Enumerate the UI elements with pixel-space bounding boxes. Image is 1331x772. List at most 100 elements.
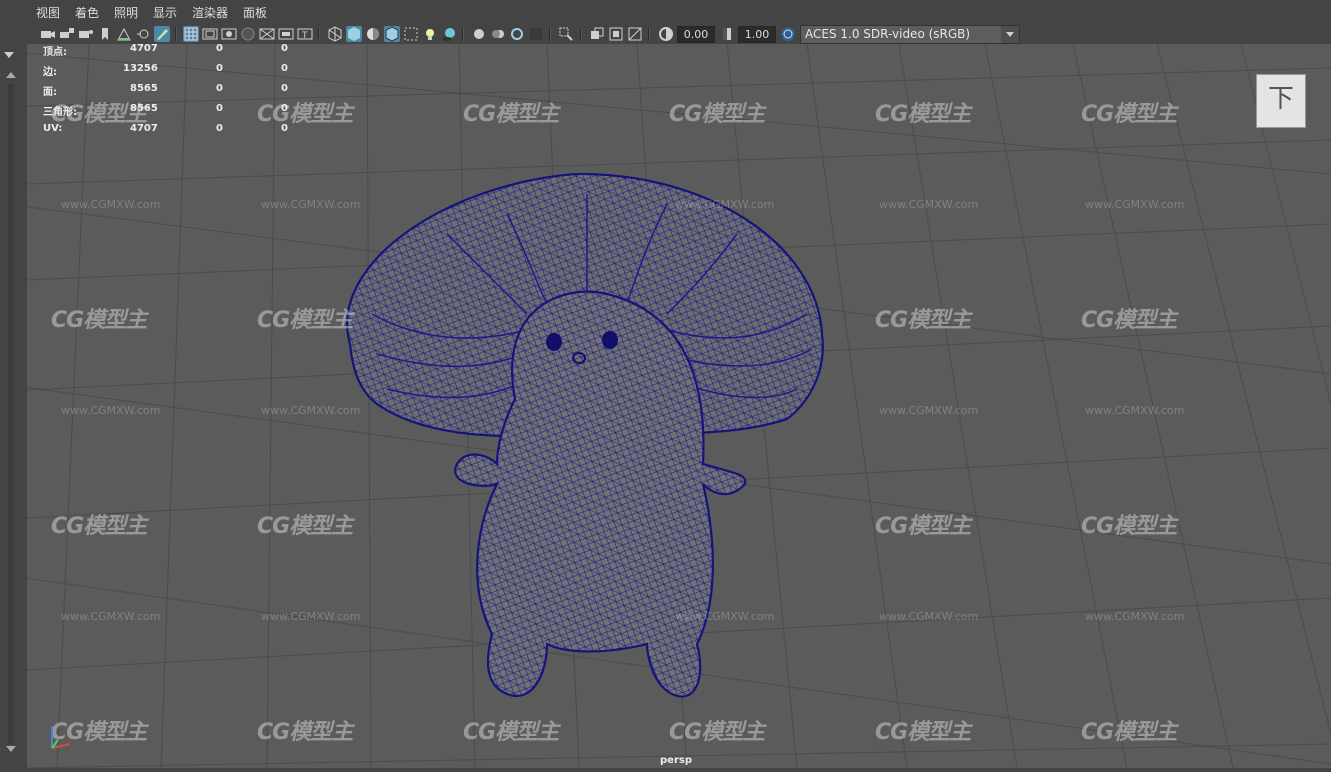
watermark-url: www.CGMXW.com (1085, 404, 1185, 417)
default-material-icon[interactable] (365, 26, 381, 42)
use-all-lights-icon[interactable] (422, 26, 438, 42)
watermark-logo: CG模型主 (669, 102, 765, 127)
wireframe-icon[interactable] (327, 26, 343, 42)
menubar: 视图 着色 照明 显示 渲染器 面板 (0, 0, 1331, 24)
grease-pencil-icon[interactable] (154, 26, 170, 42)
mushroom-eye-left (546, 333, 562, 351)
menu-panels[interactable]: 面板 (243, 4, 267, 21)
panel-toolbar: T 0.00 1.00 ACES 1.0 SDR-video (sRGB) (0, 24, 1331, 45)
hud-label: 三角形: (43, 107, 77, 118)
xray-icon[interactable] (403, 26, 419, 42)
strip-scroll-down-icon (6, 746, 16, 752)
toolbar-separator (175, 27, 177, 41)
menu-shading[interactable]: 着色 (75, 4, 99, 21)
hud-value: 0 (216, 103, 223, 114)
perspective-viewport[interactable]: CG模型主 CG模型主 CG模型主 CG模型主 CG模型主 CG模型主 CG模型… (27, 44, 1331, 768)
toolbar-separator (549, 27, 551, 41)
menu-lighting[interactable]: 照明 (114, 4, 138, 21)
watermark-logo: CG模型主 (257, 308, 353, 333)
watermark-logo: CG模型主 (1081, 308, 1177, 333)
gamma-field[interactable]: 1.00 (738, 26, 776, 43)
isolate-select-icon[interactable] (558, 26, 574, 42)
exposure-icon[interactable] (658, 26, 674, 42)
menu-renderer[interactable]: 渲染器 (192, 4, 228, 21)
toolbar-separator (648, 27, 650, 41)
hud-value: 0 (216, 43, 223, 54)
camera-icon[interactable] (40, 26, 56, 42)
hud-label: UV: (43, 123, 63, 134)
watermark-logo: CG模型主 (1081, 102, 1177, 127)
axis-gizmo (51, 726, 71, 749)
watermark-logo: CG模型主 (875, 720, 971, 745)
exposure-field[interactable]: 0.00 (677, 26, 715, 43)
hud-value: 0 (281, 103, 288, 114)
watermark-url: www.CGMXW.com (261, 198, 361, 211)
watermark-url: www.CGMXW.com (675, 610, 775, 623)
toolbar-separator (318, 27, 320, 41)
hud-row-vertices: 顶点: 4707 0 0 (43, 43, 303, 63)
bookmark-icon[interactable] (97, 26, 113, 42)
chevron-down-icon[interactable] (1001, 26, 1019, 43)
viewcube[interactable]: 下 (1256, 74, 1306, 128)
watermark-logo: CG模型主 (1081, 720, 1177, 745)
image-plane-icon[interactable] (116, 26, 132, 42)
xray-joints-icon[interactable] (589, 26, 605, 42)
hud-row-triangles: 三角形: 8565 0 0 (43, 103, 303, 123)
screen-space-ao-icon[interactable] (471, 26, 487, 42)
field-chart-icon[interactable] (259, 26, 275, 42)
hud-value: 0 (281, 123, 288, 134)
hud-value: 8565 (130, 103, 158, 114)
watermark-url: www.CGMXW.com (675, 198, 775, 211)
gate-mask-icon[interactable] (240, 26, 256, 42)
watermark-logo: CG模型主 (875, 308, 971, 333)
pan-zoom-icon[interactable] (135, 26, 151, 42)
watermark-url: www.CGMXW.com (879, 404, 979, 417)
menu-view[interactable]: 视图 (36, 4, 60, 21)
watermark-logo: CG模型主 (1081, 514, 1177, 539)
smooth-shade-icon[interactable] (346, 26, 362, 42)
camera-name-label: persp (660, 755, 692, 766)
hud-label: 顶点: (43, 47, 67, 58)
backface-culling-icon[interactable] (627, 26, 643, 42)
xray-active-icon[interactable] (608, 26, 624, 42)
watermark-url: www.CGMXW.com (879, 610, 979, 623)
camera-lock-icon[interactable] (59, 26, 75, 42)
motion-blur-icon[interactable] (490, 26, 506, 42)
watermark-logo: CG模型主 (463, 102, 559, 127)
anti-aliasing-icon[interactable] (509, 26, 525, 42)
toolbar-separator (462, 27, 464, 41)
color-space-dropdown[interactable]: ACES 1.0 SDR-video (sRGB) (800, 25, 1020, 44)
watermark-url: www.CGMXW.com (61, 610, 161, 623)
hud-value: 8565 (130, 83, 158, 94)
depth-of-field-icon[interactable] (528, 26, 544, 42)
strip-scrollbar (8, 84, 14, 744)
safe-title-icon[interactable]: T (297, 26, 313, 42)
watermark-url: www.CGMXW.com (1085, 610, 1185, 623)
hud-value: 4707 (130, 43, 158, 54)
gamma-icon[interactable] (719, 26, 735, 42)
watermark-logo: CG模型主 (257, 514, 353, 539)
hud-label: 面: (43, 87, 57, 98)
hud-value: 0 (216, 123, 223, 134)
watermark-url: www.CGMXW.com (261, 404, 361, 417)
menu-show[interactable]: 显示 (153, 4, 177, 21)
grid-icon[interactable] (183, 26, 199, 42)
watermark-logo: CG模型主 (257, 720, 353, 745)
watermark-url: www.CGMXW.com (61, 198, 161, 211)
safe-action-icon[interactable] (278, 26, 294, 42)
toolbar-separator (580, 27, 582, 41)
watermark-logo: CG模型主 (463, 720, 559, 745)
resolution-gate-icon[interactable] (221, 26, 237, 42)
shadows-icon[interactable] (441, 26, 457, 42)
camera-attributes-icon[interactable] (78, 26, 94, 42)
wireframe-on-shaded-icon[interactable] (384, 26, 400, 42)
film-gate-icon[interactable] (202, 26, 218, 42)
watermark-url: www.CGMXW.com (261, 610, 361, 623)
watermark-logo: CG模型主 (875, 102, 971, 127)
color-management-icon[interactable] (780, 26, 796, 42)
hud-row-uvs: UV: 4707 0 0 (43, 123, 303, 143)
watermark-logo: CG模型主 (51, 308, 147, 333)
color-space-label: ACES 1.0 SDR-video (sRGB) (805, 27, 971, 41)
watermark-logo: CG模型主 (51, 514, 147, 539)
hud-value: 0 (281, 63, 288, 74)
